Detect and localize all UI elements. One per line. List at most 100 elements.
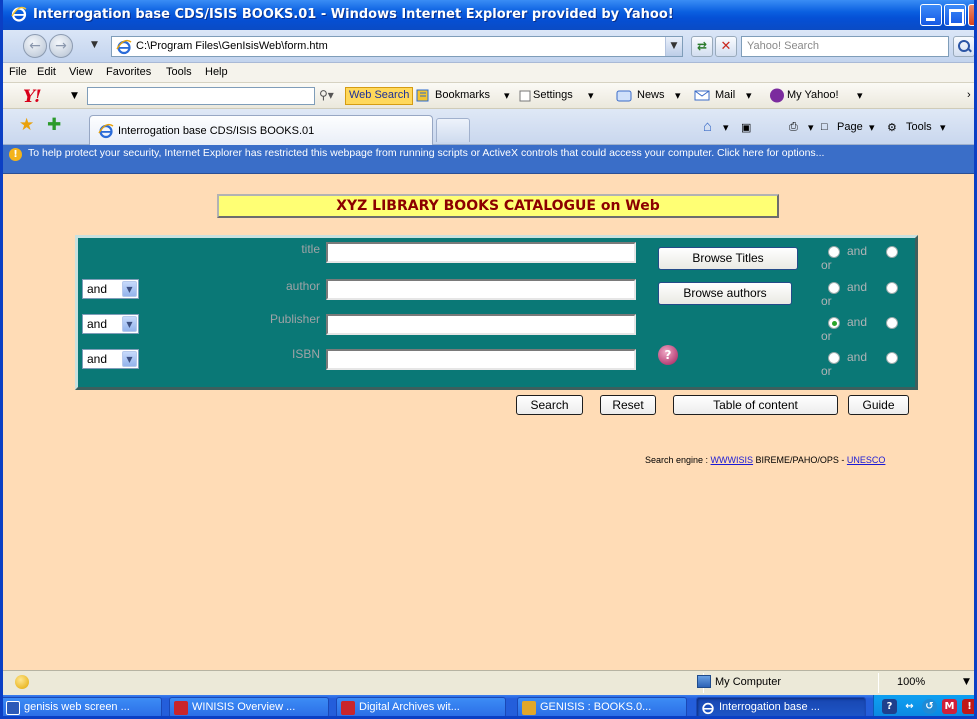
my-yahoo-dropdown-icon[interactable]: ▾ — [857, 89, 863, 102]
back-button[interactable]: ← — [23, 34, 47, 58]
mail-menu[interactable]: Mail — [715, 89, 735, 101]
tab-row: ★ ✚ Interrogation base CDS/ISIS BOOKS.01… — [3, 109, 974, 145]
search-icon[interactable] — [953, 36, 974, 57]
address-field[interactable]: C:\Program Files\GenIsisWeb\form.htm ▼ — [111, 36, 683, 57]
ie-logo-icon — [11, 6, 27, 22]
yahoo-dropdown-icon[interactable]: ▼ — [71, 91, 78, 101]
tools-menu[interactable]: Tools — [906, 121, 932, 133]
settings-dropdown-icon[interactable]: ▾ — [588, 89, 594, 102]
pdf-icon — [174, 701, 188, 715]
chevron-down-icon: ▼ — [122, 351, 137, 367]
author-field[interactable] — [326, 279, 636, 300]
bookmarks-menu[interactable]: Bookmarks — [435, 89, 490, 101]
zoom-dropdown-icon[interactable]: ▼ — [963, 677, 970, 687]
isbn-radio-or[interactable] — [886, 352, 898, 364]
magnifier-icon[interactable]: ⚲▾ — [319, 88, 334, 102]
publisher-radio-or[interactable] — [886, 317, 898, 329]
menu-favorites[interactable]: Favorites — [106, 66, 151, 78]
publisher-radio-and[interactable] — [828, 317, 840, 329]
title-label: title — [301, 242, 320, 256]
new-tab-button[interactable] — [436, 118, 470, 142]
taskbar-item-winisis-overview[interactable]: WINISIS Overview ... — [169, 697, 329, 716]
close-button[interactable] — [968, 4, 974, 26]
security-message: To help protect your security, Internet … — [28, 147, 825, 159]
alert-tray-icon[interactable]: ! — [962, 699, 974, 714]
taskbar-label: WINISIS Overview ... — [192, 701, 296, 713]
help-tray-icon[interactable]: ? — [882, 699, 897, 714]
author-operator-select[interactable]: and ▼ — [82, 279, 139, 299]
menu-view[interactable]: View — [69, 66, 93, 78]
search-input[interactable]: Yahoo! Search — [741, 36, 949, 57]
sync-tray-icon[interactable]: ↺ — [922, 699, 937, 714]
address-row: ← → ▼ C:\Program Files\GenIsisWeb\form.h… — [3, 30, 974, 63]
reset-button[interactable]: Reset — [600, 395, 656, 415]
add-favorite-icon[interactable]: ✚ — [47, 117, 61, 134]
menu-file[interactable]: File — [9, 66, 27, 78]
print-dropdown-icon[interactable]: ▾ — [808, 121, 814, 134]
page-menu[interactable]: Page — [837, 121, 863, 133]
engine-middle: BIREME/PAHO/OPS - — [753, 455, 847, 465]
favorites-star-icon[interactable]: ★ — [19, 117, 34, 134]
isbn-field[interactable] — [326, 349, 636, 370]
zoom-level[interactable]: 100% — [897, 676, 925, 688]
maximize-button[interactable] — [944, 4, 966, 26]
browse-titles-button[interactable]: Browse Titles — [658, 247, 798, 270]
address-dropdown-icon[interactable]: ▼ — [665, 37, 682, 56]
title-radio-or[interactable] — [886, 246, 898, 258]
feeds-icon[interactable]: ▣ — [741, 121, 751, 134]
help-icon[interactable]: ? — [658, 345, 678, 365]
tab-interrogation-base[interactable]: Interrogation base CDS/ISIS BOOKS.01 — [89, 115, 433, 145]
settings-menu[interactable]: Settings — [533, 89, 573, 101]
yahoo-logo-icon[interactable]: Y! — [23, 87, 42, 107]
taskbar-item-interrogation-base[interactable]: Interrogation base ... — [696, 697, 866, 716]
my-yahoo-menu[interactable]: My Yahoo! — [787, 89, 839, 101]
publisher-operator-select[interactable]: and ▼ — [82, 314, 139, 334]
menu-edit[interactable]: Edit — [37, 66, 56, 78]
isbn-radio-and[interactable] — [828, 352, 840, 364]
menu-tools[interactable]: Tools — [166, 66, 192, 78]
page-icon[interactable]: □ — [821, 121, 828, 133]
print-icon[interactable]: ⎙ — [789, 121, 798, 134]
title-radio-and[interactable] — [828, 246, 840, 258]
author-radio-and[interactable] — [828, 282, 840, 294]
minimize-button[interactable] — [920, 4, 942, 26]
status-bar: My Computer 100% ▼ — [3, 670, 974, 695]
isbn-operator-select[interactable]: and ▼ — [82, 349, 139, 369]
tools-gear-icon[interactable]: ⚙ — [887, 121, 897, 134]
taskbar-item-digital-archives[interactable]: Digital Archives wit... — [336, 697, 506, 716]
refresh-button[interactable]: ⇄ — [691, 36, 713, 57]
page-content: XYZ LIBRARY BOOKS CATALOGUE on Web title… — [3, 174, 974, 670]
home-dropdown-icon[interactable]: ▾ — [723, 121, 729, 134]
security-info-bar[interactable]: ! To help protect your security, Interne… — [3, 145, 974, 174]
news-menu[interactable]: News — [637, 89, 665, 101]
menu-help[interactable]: Help — [205, 66, 228, 78]
taskbar-label: Digital Archives wit... — [359, 701, 460, 713]
guide-button[interactable]: Guide — [848, 395, 909, 415]
status-divider — [878, 673, 879, 693]
search-button[interactable]: Search — [516, 395, 583, 415]
home-icon[interactable]: ⌂ — [703, 118, 712, 135]
yahoo-search-input[interactable] — [87, 87, 315, 105]
title-field[interactable] — [326, 242, 636, 263]
taskbar-item-genisis-books[interactable]: GENISIS : BOOKS.0... — [517, 697, 687, 716]
page-dropdown-icon[interactable]: ▾ — [869, 121, 875, 134]
publisher-field[interactable] — [326, 314, 636, 335]
news-dropdown-icon[interactable]: ▾ — [675, 89, 681, 102]
network-tray-icon[interactable]: ↔ — [902, 699, 917, 714]
tools-dropdown-icon[interactable]: ▾ — [940, 121, 946, 134]
browse-authors-button[interactable]: Browse authors — [658, 282, 792, 305]
taskbar-item-genisis-screen[interactable]: genisis web screen ... — [3, 697, 162, 716]
web-search-button[interactable]: Web Search — [345, 87, 414, 105]
toolbar-overflow-icon[interactable]: › — [967, 89, 971, 101]
wwwisis-link[interactable]: WWWISIS — [711, 455, 754, 465]
author-label: author — [285, 279, 320, 293]
bookmarks-dropdown-icon[interactable]: ▾ — [504, 89, 510, 102]
history-dropdown-icon[interactable]: ▼ — [91, 40, 98, 50]
unesco-link[interactable]: UNESCO — [847, 455, 886, 465]
stop-button[interactable]: ✕ — [715, 36, 737, 57]
mail-dropdown-icon[interactable]: ▾ — [746, 89, 752, 102]
table-of-content-button[interactable]: Table of content — [673, 395, 838, 415]
forward-button[interactable]: → — [49, 34, 73, 58]
antivirus-tray-icon[interactable]: M — [942, 699, 957, 714]
author-radio-or[interactable] — [886, 282, 898, 294]
